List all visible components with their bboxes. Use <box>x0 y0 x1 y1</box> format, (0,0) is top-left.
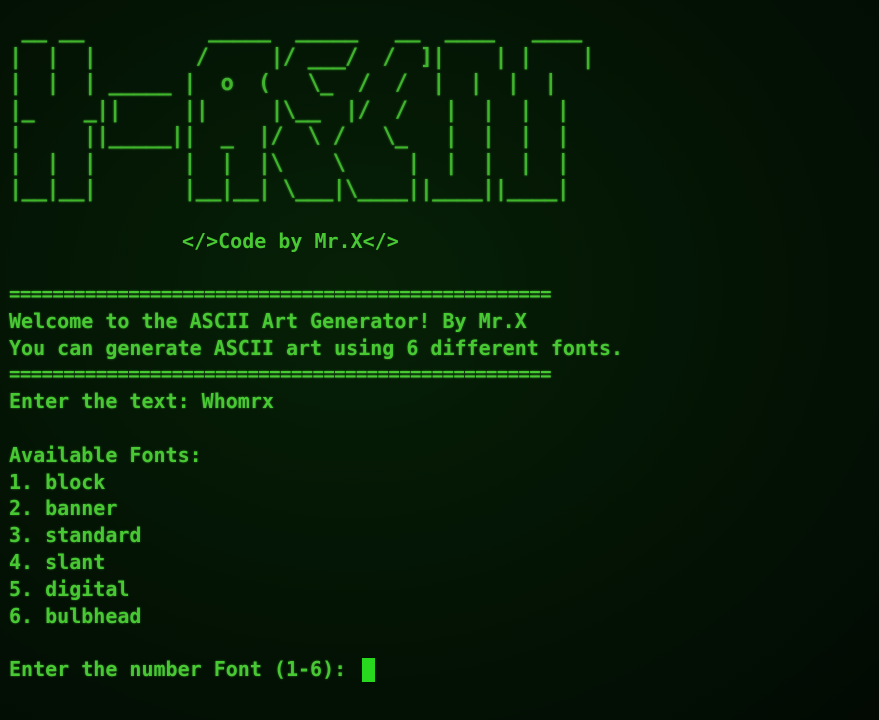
banner-line: __ __ _____ _____ __ ____ ____ <box>9 18 582 43</box>
font-option: 3. standard <box>9 523 142 548</box>
font-option: 5. digital <box>9 576 130 601</box>
font-option: 2. banner <box>9 496 118 521</box>
author-credit: </>Code by Mr.X</> <box>182 229 399 253</box>
banner-line: |__|__| |__|__| \___|\____||____||____| <box>9 177 570 202</box>
text-prompt-label: Enter the text: <box>9 389 202 414</box>
font-option: 4. slant <box>9 549 106 574</box>
banner-line: | | | _____ | o ( \_ / / | | | | <box>9 71 557 96</box>
terminal-window[interactable]: __ __ _____ _____ __ ____ ____ | | | / |… <box>0 0 879 720</box>
separator-bottom: ========================================… <box>9 363 552 386</box>
fonts-heading: Available Fonts: <box>9 442 202 467</box>
ascii-banner: __ __ _____ _____ __ ____ ____ | | | / |… <box>9 18 595 204</box>
terminal-output: ========================================… <box>9 281 623 683</box>
separator-top: ========================================… <box>9 283 552 305</box>
font-option: 6. bulbhead <box>9 603 142 628</box>
text-prompt-row: Enter the text: Whomrx <box>9 388 623 415</box>
banner-line: | | | | | |\ \ | | | | | <box>9 150 570 176</box>
font-prompt-row[interactable]: Enter the number Font (1-6): <box>9 656 623 683</box>
banner-line: | | | / |/ ___/ / ]| | | | <box>9 44 595 70</box>
info-message: You can generate ASCII art using 6 diffe… <box>9 335 624 360</box>
banner-line: |_ _|| || |\__ |/ / | | | | <box>9 97 570 123</box>
welcome-message: Welcome to the ASCII Art Generator! By M… <box>9 308 527 333</box>
text-cursor <box>362 657 376 682</box>
font-option: 1. block <box>9 469 106 494</box>
font-prompt-label: Enter the number Font (1-6): <box>9 657 359 682</box>
banner-line: | ||_____|| _ |/ \ / \_ | | | | <box>9 124 570 149</box>
text-prompt-value: Whomrx <box>201 389 274 414</box>
